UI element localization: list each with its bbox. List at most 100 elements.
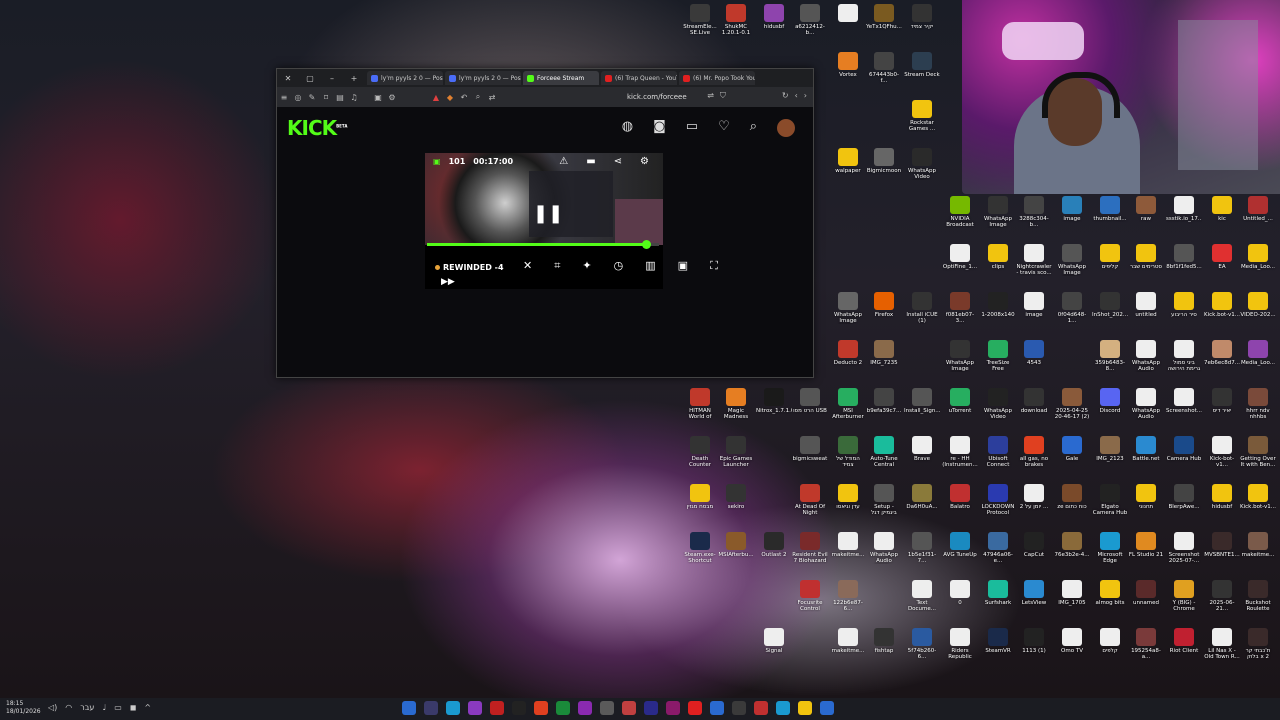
close-window-button[interactable]: ✕: [277, 74, 299, 83]
skip-forward-icon[interactable]: ▶▶: [441, 277, 455, 287]
sparkle-icon[interactable]: ✦: [582, 259, 591, 273]
music-icon[interactable]: ♫: [347, 93, 361, 102]
desktop-icon[interactable]: bigmicsweat: [792, 436, 828, 468]
desktop-icon[interactable]: VIDEO-202...: [1240, 292, 1276, 324]
desktop-icon[interactable]: Battle.net: [1128, 436, 1164, 468]
new-tab-button[interactable]: +: [343, 74, 365, 83]
pin-icon[interactable]: ✎: [305, 93, 319, 102]
heart-icon[interactable]: ♡: [718, 119, 730, 137]
desktop-icon[interactable]: OptiFine_1...: [942, 244, 978, 276]
desktop-icon[interactable]: Y (BIG) - Chrome: [1166, 580, 1202, 612]
extension-icon[interactable]: ⚙: [385, 93, 399, 102]
reader-icon[interactable]: ▣: [371, 93, 385, 102]
menu-icon[interactable]: ≡: [277, 93, 291, 102]
browser-tab[interactable]: ly'm pyyls 2 0 — Postin: [367, 71, 443, 85]
taskbar-app-icon[interactable]: [644, 701, 658, 715]
desktop-icon[interactable]: Screenshot...: [1166, 388, 1202, 420]
desktop-icon[interactable]: ביגי סמול גרימת הירושה: [1166, 340, 1202, 372]
chevron-up-icon[interactable]: ^: [144, 703, 151, 712]
taskbar-app-icon[interactable]: [600, 701, 614, 715]
desktop-icon[interactable]: 359b6483-8...: [1092, 340, 1128, 372]
desktop-icon[interactable]: Auto-Tune Central: [866, 436, 902, 468]
desktop-icon[interactable]: יאיר דיס: [1204, 388, 1240, 420]
desktop-icon[interactable]: Bigmicmoon: [866, 148, 902, 180]
desktop-icon[interactable]: image: [1016, 292, 1052, 324]
desktop-icon[interactable]: unnamed: [1128, 580, 1164, 612]
desktop-icon[interactable]: Balatro: [942, 484, 978, 516]
desktop-icon[interactable]: WhatsApp Image 2025...: [942, 340, 978, 372]
desktop-icon[interactable]: YeTx1QFhu...: [866, 4, 902, 36]
taskbar-app-icon[interactable]: [578, 701, 592, 715]
sidebar-icon[interactable]: ▤: [333, 93, 347, 102]
desktop-icon[interactable]: WhatsApp Video 2025-...: [904, 148, 940, 180]
progress-knob[interactable]: [642, 240, 652, 249]
desktop-icon[interactable]: Kick-bot-v1...: [1204, 436, 1240, 468]
desktop-icon[interactable]: Magic Madness: [718, 388, 754, 420]
desktop-icon[interactable]: ShukMC 1.20.1-0.1 (2): [718, 4, 754, 36]
desktop-icon[interactable]: 3288c304-b...: [1016, 196, 1052, 228]
taskbar-app-icon[interactable]: [732, 701, 746, 715]
wifi-icon[interactable]: ◠: [65, 703, 72, 712]
desktop-icon[interactable]: IMG_7235: [866, 340, 902, 372]
desktop-icon[interactable]: Da6H0uA...: [904, 484, 940, 516]
desktop-icon[interactable]: Rockstar Games ...: [904, 100, 940, 132]
desktop-icon[interactable]: WhatsApp Audio 2024...: [866, 532, 902, 564]
video-player[interactable]: ▣ 101 00:17:00 ⚠ ▬ ⋖ ⚙ ❚❚ REWINDED -4 ✕ …: [425, 153, 718, 289]
desktop-icon[interactable]: sekiro: [718, 484, 754, 516]
desktop-icon[interactable]: Camera Hub: [1166, 436, 1202, 468]
bookmark-star-icon[interactable]: ⛉: [720, 91, 726, 101]
desktop-icon[interactable]: NVIDIA Broadcast: [942, 196, 978, 228]
desktop-icon[interactable]: Screenshot 2025-07-...: [1166, 532, 1202, 564]
desktop-icon[interactable]: all gas, no brakes hom...: [1016, 436, 1052, 468]
taskbar-app-icon[interactable]: [622, 701, 636, 715]
taskbar-app-icon[interactable]: [776, 701, 790, 715]
desktop-icon[interactable]: Text Docume...: [904, 580, 940, 612]
desktop-icon[interactable]: Stream Deck: [904, 52, 940, 84]
share-icon[interactable]: ⋖: [614, 156, 622, 167]
desktop-icon[interactable]: MVSBNTE1...: [1204, 532, 1240, 564]
desktop-icon[interactable]: Lil Nas X - Old Town R...: [1204, 628, 1240, 660]
minimize-window-button[interactable]: –: [321, 74, 343, 83]
settings-gear-icon[interactable]: ⚙: [640, 156, 649, 167]
desktop-icon[interactable]: BlerpAwe...: [1166, 484, 1202, 516]
desktop-icon[interactable]: Steam.exe- Shortcut: [682, 532, 718, 564]
desktop-icon[interactable]: download: [1016, 388, 1052, 420]
desktop-icon[interactable]: Media_Loo...: [1240, 244, 1276, 276]
chat-icon[interactable]: ◍: [622, 119, 633, 137]
taskbar-app-icon[interactable]: [402, 701, 416, 715]
desktop-icon[interactable]: MSIAfterbu...: [718, 532, 754, 564]
desktop-icon[interactable]: ת'כבתי קר בלוק x 2: [1240, 628, 1276, 660]
kick-logo[interactable]: KICKBETA: [287, 116, 347, 140]
desktop-icon[interactable]: WhatsApp Image 2024...: [830, 292, 866, 324]
desktop-icon[interactable]: סיר הריבוע: [1166, 292, 1202, 324]
desktop-icon[interactable]: StreamEle... SE.Live: [682, 4, 718, 36]
desktop-icon[interactable]: Signal: [756, 628, 792, 660]
desktop-icon[interactable]: FL Studio 21: [1128, 532, 1164, 564]
translate-icon[interactable]: ⇄: [485, 93, 499, 102]
desktop-icon[interactable]: Vortex: [830, 52, 866, 84]
taskbar-app-icon[interactable]: [688, 701, 702, 715]
clip-icon[interactable]: ▬: [586, 156, 595, 167]
desktop-icon[interactable]: WhatsApp Image 2024...: [1054, 244, 1090, 276]
tray-app-icon[interactable]: ◼: [130, 703, 137, 712]
desktop-icon[interactable]: Outlast 2: [756, 532, 792, 564]
browser-tab[interactable]: (6) Mr. Popo Took Your: [679, 71, 755, 85]
share-icon[interactable]: ⇌: [707, 91, 714, 101]
desktop-icon[interactable]: IMG_2123: [1092, 436, 1128, 468]
taskbar-app-icon[interactable]: [534, 701, 548, 715]
avatar[interactable]: [777, 119, 795, 137]
desktop-icon[interactable]: Install iCUE (1): [904, 292, 940, 324]
desktop-icon[interactable]: almog bits: [1092, 580, 1128, 612]
desktop-icon[interactable]: makeitme...: [1240, 532, 1276, 564]
desktop-icon[interactable]: 4543: [1016, 340, 1052, 372]
desktop-icon[interactable]: WhatsApp Image 2024...: [980, 196, 1016, 228]
desktop-icon[interactable]: hhrr ndv nhhbs: [1240, 388, 1276, 420]
clock[interactable]: 18:15 18/01/2026: [6, 700, 41, 716]
desktop-icon[interactable]: Kick.bot-v1...: [1240, 484, 1276, 516]
browser-tab[interactable]: (6) Trap Queen - YouT: [601, 71, 677, 85]
fullscreen-icon[interactable]: ⛶: [710, 259, 718, 273]
search-icon[interactable]: ⌕: [471, 92, 485, 102]
desktop-icon[interactable]: 1-2008x140: [980, 292, 1016, 324]
volume-icon[interactable]: ◁): [48, 703, 57, 712]
shield-icon[interactable]: ◎: [291, 93, 305, 102]
